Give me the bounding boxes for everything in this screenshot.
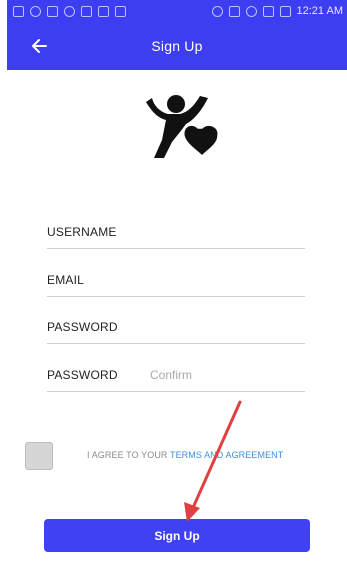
confirm-password-input[interactable] (150, 368, 305, 382)
app-bar: Sign Up (7, 22, 347, 70)
gallery-icon (115, 5, 126, 17)
password-field[interactable]: PASSWORD (47, 311, 305, 344)
confirm-password-label: PASSWORD (47, 368, 118, 382)
agreement-row: I AGREE TO YOUR TERMS AND AGREEMENT (25, 442, 325, 472)
tools-icon (47, 5, 58, 17)
agreement-text: I AGREE TO YOUR TERMS AND AGREEMENT (87, 450, 283, 460)
password-input[interactable] (150, 320, 305, 334)
clock-icon (64, 5, 75, 17)
signup-button[interactable]: Sign Up (44, 519, 310, 552)
username-field[interactable]: USERNAME (47, 216, 305, 249)
alarm-icon (30, 5, 41, 17)
agreement-prefix: I AGREE TO YOUR (87, 450, 170, 460)
status-time: 12:21 AM (296, 5, 343, 17)
email-input[interactable] (150, 273, 305, 287)
username-input[interactable] (150, 225, 305, 239)
video-icon (98, 5, 109, 17)
terms-link[interactable]: TERMS AND AGREEMENT (170, 450, 283, 460)
message-icon (13, 5, 24, 17)
agree-checkbox[interactable] (25, 442, 53, 470)
nfc-icon (228, 5, 240, 17)
password-label: PASSWORD (47, 320, 118, 334)
location-icon (211, 5, 223, 17)
username-label: USERNAME (47, 225, 117, 239)
status-bar: 12:21 AM (7, 0, 347, 22)
status-notifications (13, 5, 126, 17)
confirm-password-field[interactable]: PASSWORD (47, 359, 305, 392)
page-title: Sign Up (151, 38, 203, 54)
signup-form: USERNAME EMAIL PASSWORD PASSWORD I AGREE… (7, 70, 347, 563)
email-field[interactable]: EMAIL (47, 264, 305, 297)
signal-icon (262, 5, 274, 17)
person-with-heart-icon (146, 95, 218, 158)
battery-icon (279, 5, 291, 17)
status-indicators: 12:21 AM (211, 5, 343, 17)
email-label: EMAIL (47, 273, 85, 287)
alarm-clock-icon (245, 5, 257, 17)
chat-icon (81, 5, 92, 17)
